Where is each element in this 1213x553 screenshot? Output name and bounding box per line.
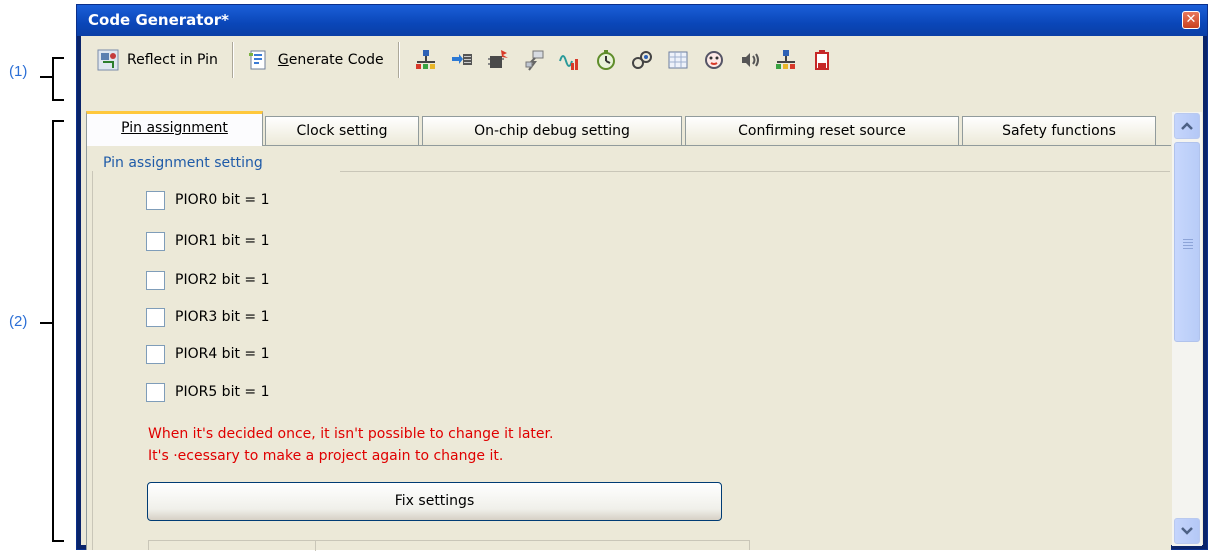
tab-pin-assignment[interactable]: Pin assignment [86,111,263,146]
generate-code-label: Generate Code [277,52,384,68]
callout-1: (1) [9,63,28,80]
reflect-in-pin-button[interactable]: Reflect in Pin [91,42,224,78]
close-button[interactable]: ✕ [1182,11,1200,29]
grid-icon[interactable] [667,49,689,71]
scroll-thumb[interactable] [1174,142,1200,342]
serial-icon[interactable] [451,49,473,71]
checkbox-label: PIOR3 bit = 1 [175,309,270,325]
port-icon[interactable] [415,49,437,71]
scroll-down-button[interactable] [1174,518,1200,544]
tab-safety-functions[interactable]: Safety functions [962,116,1156,145]
checkbox-label: PIOR1 bit = 1 [175,233,270,249]
battery-icon[interactable] [811,49,833,71]
generate-code-button[interactable]: Generate Code [242,42,390,78]
window-title: Code Generator* [88,11,230,29]
analog-icon[interactable] [558,49,581,71]
title-bar[interactable]: Code Generator* ✕ [77,5,1207,36]
tab-confirming-reset-source[interactable]: Confirming reset source [685,116,959,145]
interrupt-icon[interactable] [523,49,545,71]
tab-strip: Pin assignment Clock setting On-chip deb… [86,111,1165,146]
checkbox-pior5[interactable]: PIOR5 bit = 1 [146,380,269,404]
bracket-1-tick [40,76,52,78]
table-header-stub [148,540,750,551]
toolbar: Reflect in Pin Generate Code [81,36,1203,84]
checkbox-box[interactable] [146,344,165,364]
toolbar-separator [231,42,234,78]
tab-clock-setting[interactable]: Clock setting [265,116,419,145]
close-icon: ✕ [1185,12,1197,27]
callout-2: (2) [9,313,28,330]
vertical-scrollbar[interactable] [1172,112,1202,546]
group-border-left [92,171,93,550]
watchdog-icon[interactable] [703,49,725,71]
checkbox-label: PIOR5 bit = 1 [175,384,270,400]
checkbox-pior4[interactable]: PIOR4 bit = 1 [146,342,269,366]
chip-icon[interactable] [487,49,509,71]
checkbox-pior0[interactable]: PIOR0 bit = 1 [146,188,269,212]
bracket-2 [52,120,64,542]
checkbox-label: PIOR2 bit = 1 [175,272,270,288]
generate-code-icon [248,49,270,71]
warning-line-2: It's ·ecessary to make a project again t… [148,448,504,464]
reflect-in-pin-label: Reflect in Pin [127,52,218,68]
tab-on-chip-debug-setting[interactable]: On-chip debug setting [422,116,682,145]
reflect-pin-icon [97,49,119,71]
checkbox-pior1[interactable]: PIOR1 bit = 1 [146,229,269,253]
checkbox-box[interactable] [146,270,165,290]
checkbox-pior2[interactable]: PIOR2 bit = 1 [146,268,269,292]
group-legend: Pin assignment setting [103,155,267,171]
warning-line-1: When it's decided once, it isn't possibl… [148,426,554,442]
bracket-1 [52,57,64,101]
checkbox-label: PIOR4 bit = 1 [175,346,270,362]
group-border-top [340,171,1170,172]
bracket-2-tick [40,322,52,324]
checkbox-box[interactable] [146,382,165,402]
toolbar-separator [397,42,400,78]
network-icon[interactable] [775,49,797,71]
checkbox-box[interactable] [146,190,165,210]
fix-settings-button[interactable]: Fix settings [147,482,722,521]
checkbox-box[interactable] [146,231,165,251]
fix-settings-label: Fix settings [394,493,475,509]
scroll-up-button[interactable] [1174,113,1200,139]
link-icon[interactable] [631,49,653,71]
sound-icon[interactable] [739,49,761,71]
checkbox-box[interactable] [146,307,165,327]
checkbox-label: PIOR0 bit = 1 [175,192,270,208]
timer-icon[interactable] [595,49,617,71]
checkbox-pior3[interactable]: PIOR3 bit = 1 [146,305,269,329]
